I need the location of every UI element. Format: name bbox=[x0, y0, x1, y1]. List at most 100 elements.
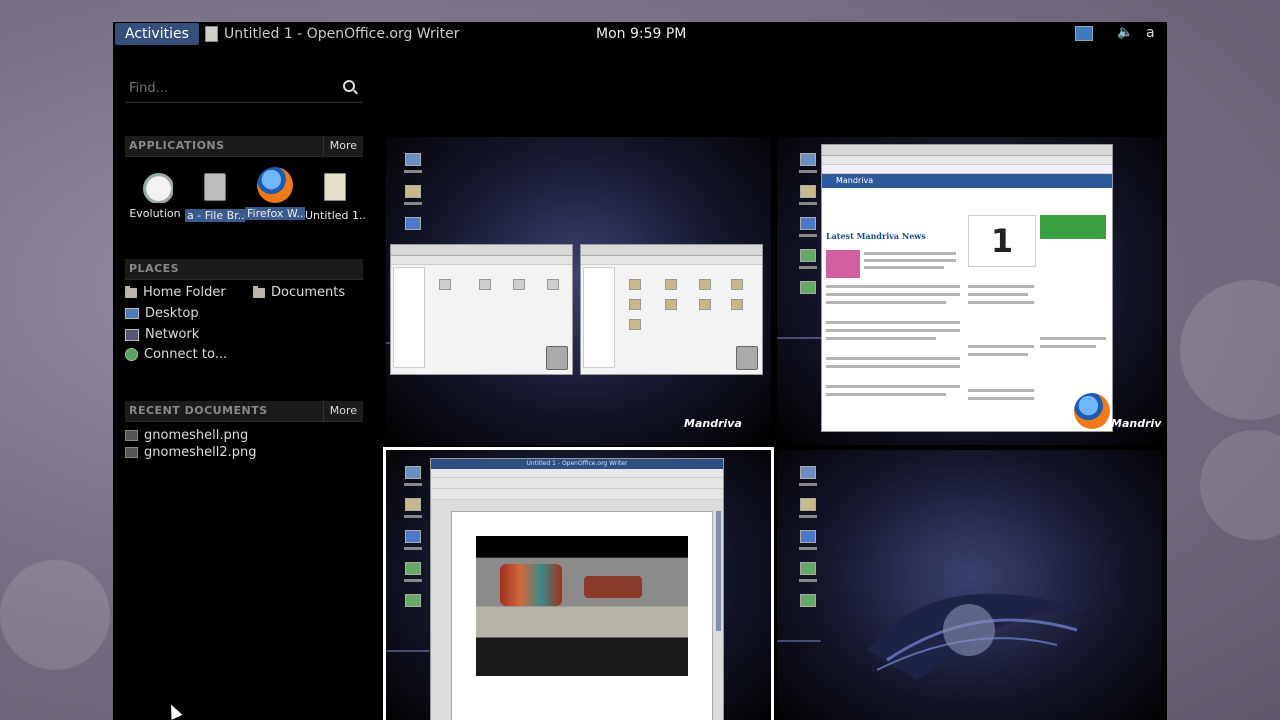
participate-banner[interactable] bbox=[1040, 215, 1106, 239]
folder-icon bbox=[731, 299, 743, 310]
workspace-4[interactable] bbox=[777, 450, 1162, 720]
file-icon bbox=[479, 279, 491, 290]
app-firefox[interactable]: Firefox W... bbox=[245, 167, 305, 220]
text-line bbox=[968, 293, 1028, 296]
place-label: Home Folder bbox=[143, 285, 226, 300]
volume-icon[interactable]: 🔈 bbox=[1117, 25, 1133, 40]
workspace-2[interactable]: Mandriva Latest Mandriva News 1 Mandriv bbox=[777, 137, 1162, 445]
icon-label bbox=[799, 547, 817, 550]
clock[interactable]: Mon 9:59 PM bbox=[596, 22, 686, 46]
place-connect-to[interactable]: Connect to... bbox=[125, 347, 227, 362]
firefox-window[interactable]: Mandriva Latest Mandriva News 1 bbox=[821, 144, 1113, 432]
mandriva-logo: Mandriva bbox=[1111, 417, 1162, 430]
place-label: Connect to... bbox=[144, 347, 228, 362]
icon-label bbox=[799, 234, 817, 237]
desktop-icons bbox=[797, 466, 819, 611]
icon-label bbox=[799, 266, 817, 269]
text-line bbox=[826, 365, 960, 368]
home-icon bbox=[800, 185, 816, 198]
recent-label: gnomeshell2.png bbox=[144, 445, 257, 460]
recent-label: gnomeshell.png bbox=[144, 428, 249, 443]
text-line bbox=[826, 285, 960, 288]
app-writer-doc[interactable]: Untitled 1... bbox=[305, 167, 365, 222]
news-heading: Latest Mandriva News bbox=[826, 231, 926, 241]
file-browser-window[interactable] bbox=[390, 244, 573, 375]
app-evolution[interactable]: Evolution bbox=[125, 167, 185, 220]
icon-label bbox=[404, 202, 422, 205]
file-browser-window[interactable] bbox=[580, 244, 763, 375]
active-workspace-border bbox=[383, 447, 774, 720]
community-icon bbox=[800, 281, 816, 294]
calendar-day-number: 1 bbox=[968, 215, 1036, 267]
file-icon bbox=[547, 279, 559, 290]
text-line bbox=[1040, 345, 1096, 348]
file-icon bbox=[439, 279, 451, 290]
text-line bbox=[968, 285, 1034, 288]
place-documents[interactable]: Documents bbox=[253, 285, 345, 300]
window-toolbar bbox=[581, 256, 762, 265]
computer-icon bbox=[800, 466, 816, 479]
text-line bbox=[826, 357, 960, 360]
bookmarks-bar bbox=[822, 165, 1112, 174]
file-cabinet-icon bbox=[546, 346, 568, 370]
text-line bbox=[826, 293, 960, 296]
place-network[interactable]: Network bbox=[125, 327, 199, 342]
text-line bbox=[826, 385, 960, 388]
trash-icon bbox=[800, 530, 816, 543]
window-titlebar bbox=[391, 245, 572, 256]
file-cabinet-icon bbox=[736, 346, 758, 370]
community-icon bbox=[800, 594, 816, 607]
text-line bbox=[826, 393, 946, 396]
clock-icon bbox=[137, 167, 173, 203]
document-icon bbox=[324, 173, 346, 201]
desktop-icons bbox=[402, 153, 424, 234]
display-icon[interactable] bbox=[1075, 26, 1093, 41]
text-line bbox=[968, 397, 1034, 400]
text-line bbox=[968, 301, 1034, 304]
app-file-browser[interactable]: a - File Br... bbox=[185, 167, 245, 222]
place-desktop[interactable]: Desktop bbox=[125, 306, 199, 321]
gnome-shell-screen: Activities Untitled 1 - OpenOffice.org W… bbox=[113, 22, 1167, 720]
recent-item[interactable]: gnomeshell2.png bbox=[125, 445, 257, 460]
monitor-icon bbox=[125, 308, 139, 319]
app-menu[interactable]: Untitled 1 - OpenOffice.org Writer bbox=[205, 22, 460, 46]
applications-more-button[interactable]: More bbox=[322, 136, 363, 156]
text-line bbox=[864, 252, 956, 255]
search-icon[interactable] bbox=[343, 80, 355, 92]
window-titlebar bbox=[822, 145, 1112, 156]
home-icon bbox=[800, 498, 816, 511]
text-line bbox=[968, 353, 1028, 356]
place-home-folder[interactable]: Home Folder bbox=[125, 285, 226, 300]
activities-button[interactable]: Activities bbox=[115, 23, 199, 45]
file-icon bbox=[513, 279, 525, 290]
upgrade-icon bbox=[800, 249, 816, 262]
wallpaper-swirl bbox=[777, 337, 821, 339]
search-input[interactable] bbox=[127, 80, 331, 97]
image-file-icon bbox=[125, 430, 138, 441]
places-title: PLACES bbox=[129, 262, 180, 275]
bokeh-light bbox=[1180, 280, 1280, 420]
computer-icon bbox=[405, 153, 421, 166]
folder-icon bbox=[731, 279, 743, 290]
firefox-icon bbox=[1074, 393, 1110, 429]
recent-more-button[interactable]: More bbox=[322, 401, 363, 421]
place-label: Documents bbox=[271, 285, 346, 300]
folder-icon bbox=[699, 299, 711, 310]
user-menu[interactable]: a bbox=[1146, 25, 1155, 41]
text-line bbox=[968, 389, 1034, 392]
app-label: Evolution bbox=[129, 207, 181, 220]
workspace-1[interactable]: Mandriva bbox=[386, 137, 771, 445]
mandriva-wallpaper-logo bbox=[867, 593, 1087, 680]
upgrade-icon bbox=[800, 562, 816, 575]
document-icon bbox=[205, 26, 218, 42]
computer-icon bbox=[800, 153, 816, 166]
browser-toolbar bbox=[822, 156, 1112, 165]
file-cabinet-icon bbox=[204, 173, 226, 201]
text-line bbox=[1040, 337, 1106, 340]
icon-label bbox=[799, 579, 817, 582]
news-image bbox=[826, 250, 860, 278]
recent-item[interactable]: gnomeshell.png bbox=[125, 428, 248, 443]
top-panel: Activities Untitled 1 - OpenOffice.org W… bbox=[113, 22, 1167, 46]
desktop-icons bbox=[797, 153, 819, 298]
text-line bbox=[826, 301, 946, 304]
